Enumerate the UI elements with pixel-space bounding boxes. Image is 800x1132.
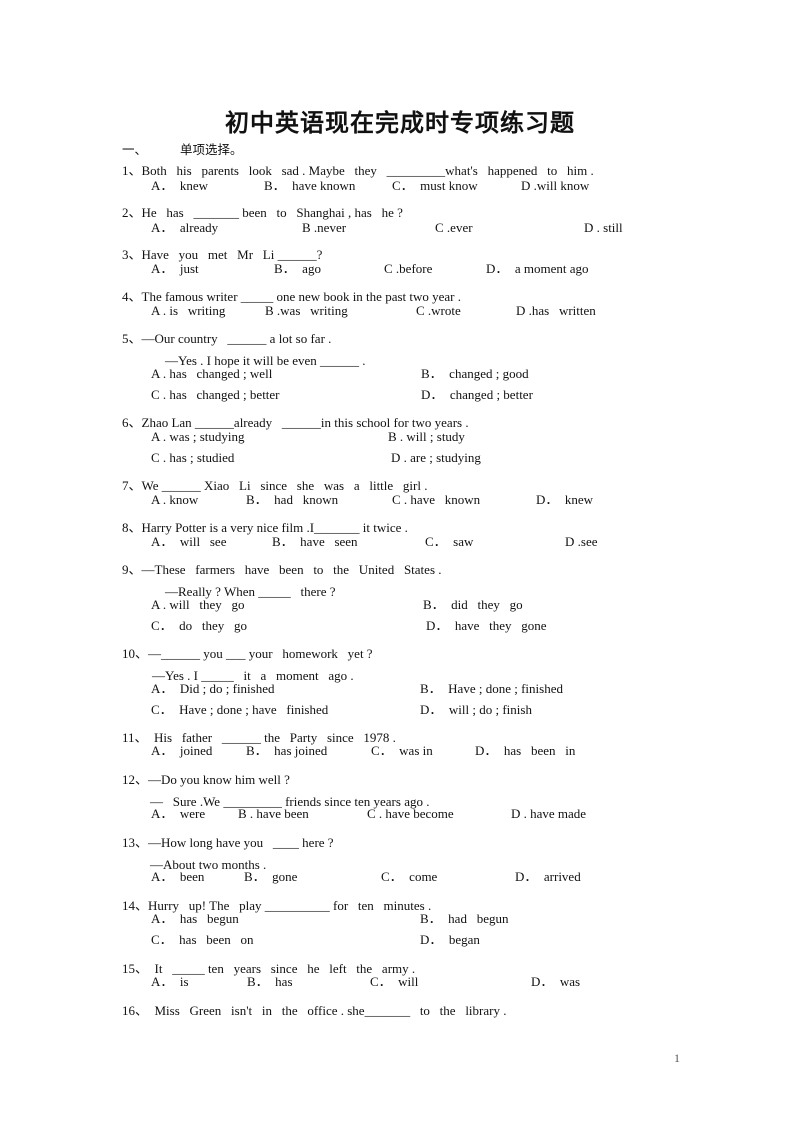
answer-option[interactable]: C . have known	[392, 492, 480, 508]
answer-option[interactable]: D． began	[420, 932, 480, 948]
answer-option[interactable]: A． has begun	[151, 911, 239, 927]
answer-option[interactable]: C． will	[370, 974, 418, 990]
answer-option[interactable]: B． have seen	[272, 534, 358, 550]
section-number: 一、	[122, 142, 148, 157]
answer-option[interactable]: A． were	[151, 806, 205, 822]
answer-option[interactable]: B .was writing	[265, 303, 348, 319]
answer-option[interactable]: A． been	[151, 869, 204, 885]
answer-option[interactable]: A． already	[151, 220, 218, 236]
answer-option[interactable]: D． will ; do ; finish	[420, 702, 532, 718]
answer-option[interactable]: C． come	[381, 869, 437, 885]
answer-option[interactable]: B． ago	[274, 261, 321, 277]
answer-option[interactable]: B． changed ; good	[421, 366, 529, 382]
answer-option[interactable]: C． has been on	[151, 932, 254, 948]
answer-option[interactable]: D . are ; studying	[391, 450, 481, 466]
answer-option[interactable]: D .see	[565, 534, 598, 550]
answer-option[interactable]: C .ever	[435, 220, 473, 236]
question-stem: 16、 Miss Green isn't in the office . she…	[122, 1003, 507, 1018]
answer-option[interactable]: B .never	[302, 220, 346, 236]
answer-option[interactable]: B． gone	[244, 869, 297, 885]
answer-option[interactable]: B． Have ; done ; finished	[420, 681, 563, 697]
answer-option[interactable]: C . has changed ; better	[151, 387, 280, 403]
answer-option[interactable]: C． must know	[392, 178, 478, 194]
answer-option[interactable]: D． has been in	[475, 743, 575, 759]
answer-option[interactable]: B． has	[247, 974, 293, 990]
answer-option[interactable]: B . have been	[238, 806, 309, 822]
answer-option[interactable]: A . has changed ; well	[151, 366, 272, 382]
answer-option[interactable]: C . has ; studied	[151, 450, 234, 466]
answer-option[interactable]: C . have become	[367, 806, 454, 822]
answer-option[interactable]: B． has joined	[246, 743, 327, 759]
answer-option[interactable]: A． will see	[151, 534, 226, 550]
answer-option[interactable]: D． knew	[536, 492, 593, 508]
question-stem: 5、—Our country ______ a lot so far .	[122, 331, 332, 346]
question-stem: 9、—These farmers have been to the United…	[122, 562, 442, 577]
answer-option[interactable]: B． did they go	[423, 597, 523, 613]
document-title: 初中英语现在完成时专项练习题	[225, 109, 575, 137]
answer-option[interactable]: A . is writing	[151, 303, 225, 319]
question-stem: 10、—______ you ___ your homework yet ?	[122, 646, 373, 661]
answer-option[interactable]: C． was in	[371, 743, 433, 759]
answer-option[interactable]: D . still	[584, 220, 623, 236]
question-stem: 12、—Do you know him well ?	[122, 772, 290, 787]
answer-option[interactable]: B． have known	[264, 178, 355, 194]
answer-option[interactable]: A． just	[151, 261, 199, 277]
answer-option[interactable]: C． saw	[425, 534, 473, 550]
answer-option[interactable]: B . will ; study	[388, 429, 465, 445]
answer-option[interactable]: D． changed ; better	[421, 387, 533, 403]
answer-option[interactable]: D .has written	[516, 303, 596, 319]
answer-option[interactable]: C． do they go	[151, 618, 247, 634]
answer-option[interactable]: A． is	[151, 974, 189, 990]
answer-option[interactable]: D .will know	[521, 178, 589, 194]
answer-option[interactable]: C .before	[384, 261, 432, 277]
answer-option[interactable]: A . was ; studying	[151, 429, 245, 445]
question-stem: 1、Both his parents look sad . Maybe they…	[122, 163, 594, 178]
answer-option[interactable]: A． Did ; do ; finished	[151, 681, 275, 697]
section-heading: 单项选择。	[180, 142, 243, 157]
answer-option[interactable]: A . will they go	[151, 597, 245, 613]
answer-option[interactable]: B． had known	[246, 492, 338, 508]
question-stem: 13、—How long have you ____ here ?	[122, 835, 334, 850]
answer-option[interactable]: D . have made	[511, 806, 586, 822]
answer-option[interactable]: A． joined	[151, 743, 212, 759]
answer-option[interactable]: B． had begun	[420, 911, 508, 927]
answer-option[interactable]: D． a moment ago	[486, 261, 589, 277]
answer-option[interactable]: D． was	[531, 974, 580, 990]
answer-option[interactable]: C .wrote	[416, 303, 461, 319]
answer-option[interactable]: A . know	[151, 492, 198, 508]
answer-option[interactable]: A． knew	[151, 178, 208, 194]
question-stem: 2、He has _______ been to Shanghai , has …	[122, 205, 403, 220]
page-number: 1	[674, 1051, 680, 1065]
answer-option[interactable]: D． have they gone	[426, 618, 547, 634]
answer-option[interactable]: C． Have ; done ; have finished	[151, 702, 328, 718]
answer-option[interactable]: D． arrived	[515, 869, 581, 885]
